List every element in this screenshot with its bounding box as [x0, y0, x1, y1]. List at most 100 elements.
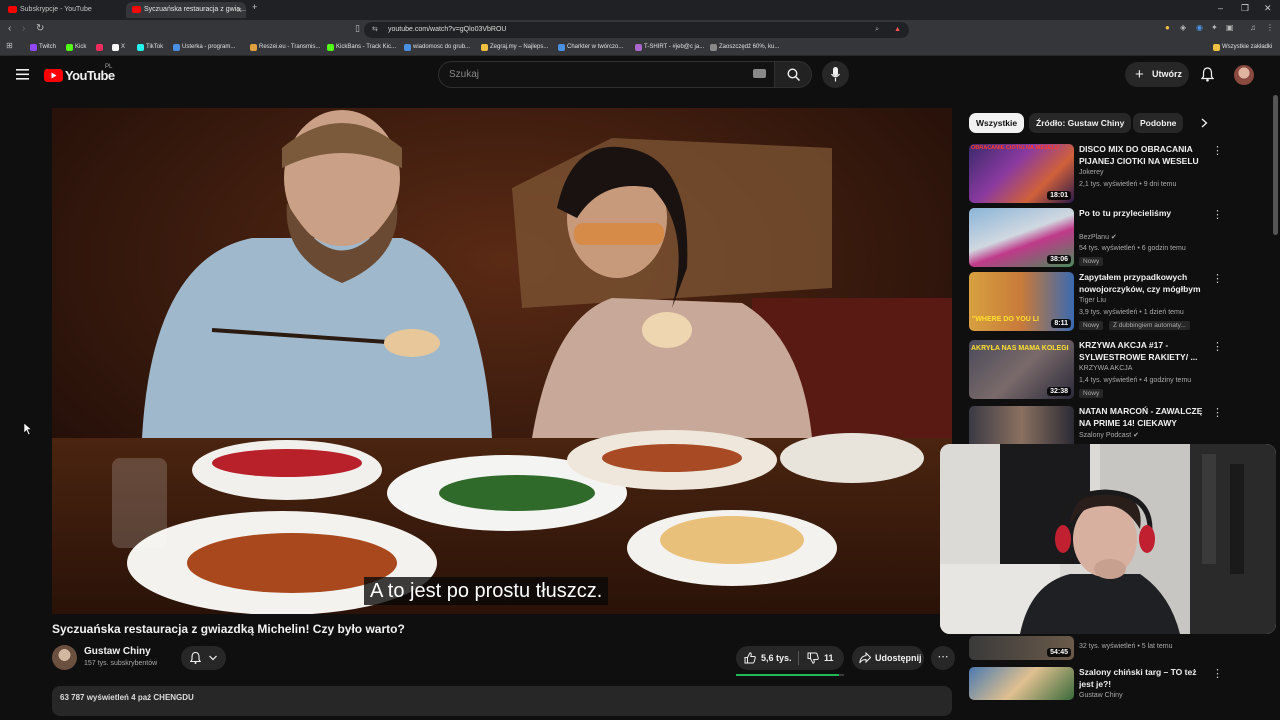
new-tab-button[interactable]: + — [252, 2, 257, 12]
chip-related[interactable]: Podobne — [1133, 113, 1184, 133]
recommendation-item[interactable]: 38:06 Po to tu przylecieliśmy BezPlanu ✔… — [969, 208, 1229, 272]
thumbs-down-icon — [807, 652, 819, 664]
youtube-header: YouTube PL Szukaj + Utwórz — [0, 57, 1280, 93]
back-arrow-icon[interactable]: ‹ — [8, 23, 11, 34]
like-ratio-fill — [736, 674, 839, 676]
keyboard-icon[interactable] — [753, 69, 766, 78]
recommendation-item[interactable]: Szalony chiński targ – TO też jest je?! … — [969, 667, 1229, 707]
bookmark-item[interactable]: Twitch — [30, 42, 56, 53]
bookmark-item[interactable]: Usterka - program... — [173, 42, 235, 53]
puzzle-extensions-icon[interactable]: ✦ — [1211, 23, 1218, 32]
recommendation-title[interactable]: DISCO MIX DO OBRACANIA PIJANEJ CIOTKI NA… — [1079, 144, 1207, 167]
extension-shield-icon[interactable]: ▲ — [894, 22, 901, 38]
chip-all[interactable]: Wszystkie — [969, 113, 1025, 133]
bookmark-item[interactable]: Zegraj.my – Najleps... — [481, 42, 548, 53]
extension-icon[interactable]: ● — [1165, 23, 1170, 32]
like-ratio-bar — [736, 674, 844, 676]
bookmark-item[interactable]: Zaoszczędź 60%, ku... — [710, 42, 779, 53]
recommendation-channel[interactable]: Tiger Liu — [1079, 297, 1106, 304]
tab-current-video[interactable]: Syczuańska restauracja z gwia... × — [126, 2, 246, 18]
recommendation-title[interactable]: KRZYWA AKCJA #17 - SYLWESTROWE RAKIETY/ … — [1079, 340, 1207, 363]
youtube-logo[interactable]: YouTube PL — [44, 64, 124, 85]
menu-dots-icon[interactable]: ⋮ — [1266, 23, 1274, 32]
create-button[interactable]: + Utwórz — [1125, 62, 1189, 87]
more-options-icon[interactable]: ⋮ — [1212, 208, 1223, 221]
forward-arrow-icon[interactable]: › — [22, 23, 25, 34]
more-options-icon[interactable]: ⋮ — [1212, 272, 1223, 285]
new-badge: Nowy — [1079, 257, 1104, 266]
minimize-icon[interactable]: – — [1218, 3, 1223, 13]
video-thumbnail[interactable]: "WHERE DO YOU LI 8:11 — [969, 272, 1074, 331]
all-bookmarks-folder[interactable]: Wszystkie zakładki — [1213, 42, 1272, 53]
search-input[interactable]: Szukaj — [438, 61, 775, 88]
bookmark-item[interactable]: T-SHIRT - #jeb@c ja... — [635, 42, 704, 53]
close-window-icon[interactable]: ✕ — [1264, 3, 1272, 14]
video-thumbnail[interactable]: 54:45 — [969, 636, 1074, 660]
youtube-play-logo-icon — [44, 69, 63, 82]
like-button[interactable]: 5,6 tys. — [736, 646, 798, 670]
bookmark-item[interactable]: X — [112, 42, 125, 53]
video-thumbnail[interactable]: AKRYŁA NAS MAMA KOLEGI 32:38 — [969, 340, 1074, 399]
bookmark-item[interactable]: wiadomosc do grub... — [404, 42, 470, 53]
recommendation-meta: 32 tys. wyświetleń • 5 lat temu — [1079, 643, 1173, 650]
media-icon[interactable]: ♫ — [1250, 23, 1256, 32]
dubbing-badge: Z dubbingiem automaty... — [1109, 321, 1190, 330]
video-thumbnail[interactable]: 38:06 — [969, 208, 1074, 267]
apps-grid-icon[interactable]: ⊞ — [6, 41, 13, 50]
more-options-icon[interactable]: ⋮ — [1212, 667, 1223, 680]
recommendation-channel[interactable]: KRZYWA AKCJA — [1079, 365, 1132, 372]
more-options-icon[interactable]: ⋮ — [1212, 340, 1223, 353]
recommendation-item[interactable]: "WHERE DO YOU LI 8:11 Zapytałem przypadk… — [969, 272, 1229, 336]
chevron-right-icon[interactable] — [1201, 118, 1208, 128]
close-tab-icon[interactable]: × — [237, 2, 242, 18]
video-thumbnail[interactable]: OBRACANIE CIOTKI NA WESELU 18:01 — [969, 144, 1074, 203]
bookmark-icon[interactable]: ▯ — [355, 23, 360, 34]
bookmark-item[interactable]: Reszei.eu - Transmis... — [250, 42, 320, 53]
channel-avatar[interactable] — [52, 645, 77, 670]
video-player[interactable] — [52, 108, 952, 614]
bookmark-item[interactable]: Charkter w twórczo... — [558, 42, 623, 53]
sidepanel-icon[interactable]: ▣ — [1226, 23, 1234, 32]
recommendation-title[interactable]: Zapytałem przypadkowych nowojorczyków, c… — [1079, 272, 1207, 295]
more-options-icon[interactable]: ⋮ — [1212, 406, 1223, 419]
recommendation-title[interactable]: Po to tu przylecieliśmy — [1079, 208, 1207, 220]
recommendation-title[interactable]: NATAN MARCOŃ - ZAWALCZĘ NA PRIME 14! CIE… — [1079, 406, 1207, 429]
reload-icon[interactable]: ↻ — [36, 23, 44, 34]
recommendation-item[interactable]: AKRYŁA NAS MAMA KOLEGI 32:38 KRZYWA AKCJ… — [969, 340, 1229, 404]
youtube-favicon-icon — [132, 6, 141, 13]
recommendation-meta: 1,4 tys. wyświetleń • 4 godziny temu — [1079, 377, 1192, 384]
recommendation-title[interactable]: Szalony chiński targ – TO też jest je?! — [1079, 667, 1207, 690]
voice-search-button[interactable] — [822, 61, 849, 88]
recommendation-channel[interactable]: Gustaw Chiny — [1079, 692, 1123, 699]
recommendation-channel[interactable]: BezPlanu ✔ — [1079, 233, 1117, 241]
extension-icon[interactable]: ◉ — [1196, 23, 1203, 32]
duration-badge: 18:01 — [1047, 191, 1071, 200]
url-input[interactable]: ⇆ youtube.com/watch?v=gQlo03VbROU ⌕ ▲ — [364, 22, 909, 38]
maximize-icon[interactable]: ❐ — [1241, 3, 1249, 14]
site-info-icon[interactable]: ⇆ — [372, 22, 378, 38]
chip-from-channel[interactable]: Źródło: Gustaw Chiny — [1029, 113, 1132, 133]
bookmark-item[interactable]: TikTok — [137, 42, 163, 53]
description-box[interactable]: 63 787 wyświetleń 4 paź CHENGDU — [52, 686, 952, 716]
search-button[interactable] — [774, 61, 812, 88]
more-options-icon[interactable]: ⋮ — [1212, 144, 1223, 157]
recommendation-channel[interactable]: Jokerey — [1079, 169, 1104, 176]
share-button[interactable]: Udostępnij — [852, 646, 924, 670]
recommendation-item[interactable]: OBRACANIE CIOTKI NA WESELU 18:01 DISCO M… — [969, 144, 1229, 208]
more-actions-icon[interactable]: ⋯ — [931, 646, 955, 670]
subscription-notifications-button[interactable] — [181, 646, 226, 670]
bookmark-item[interactable]: KickBans - Track Kic... — [327, 42, 396, 53]
verified-check-icon: ✔ — [1133, 432, 1139, 439]
bookmark-item[interactable]: Kick — [66, 42, 86, 53]
account-avatar[interactable] — [1234, 65, 1254, 85]
dislike-button[interactable]: 11 — [799, 646, 844, 670]
hamburger-menu-icon[interactable] — [16, 69, 29, 80]
sidebar-scrollbar[interactable] — [1273, 95, 1278, 235]
tab-subscriptions[interactable]: Subskrypcje - YouTube — [2, 2, 120, 18]
recommendation-channel[interactable]: Szalony Podcast ✔ — [1079, 431, 1139, 439]
channel-name-link[interactable]: Gustaw Chiny — [84, 646, 151, 657]
extension-icon[interactable]: ◈ — [1180, 23, 1186, 32]
video-thumbnail[interactable] — [969, 667, 1074, 700]
zoom-icon[interactable]: ⌕ — [875, 22, 879, 38]
notifications-bell-icon[interactable] — [1201, 67, 1214, 82]
